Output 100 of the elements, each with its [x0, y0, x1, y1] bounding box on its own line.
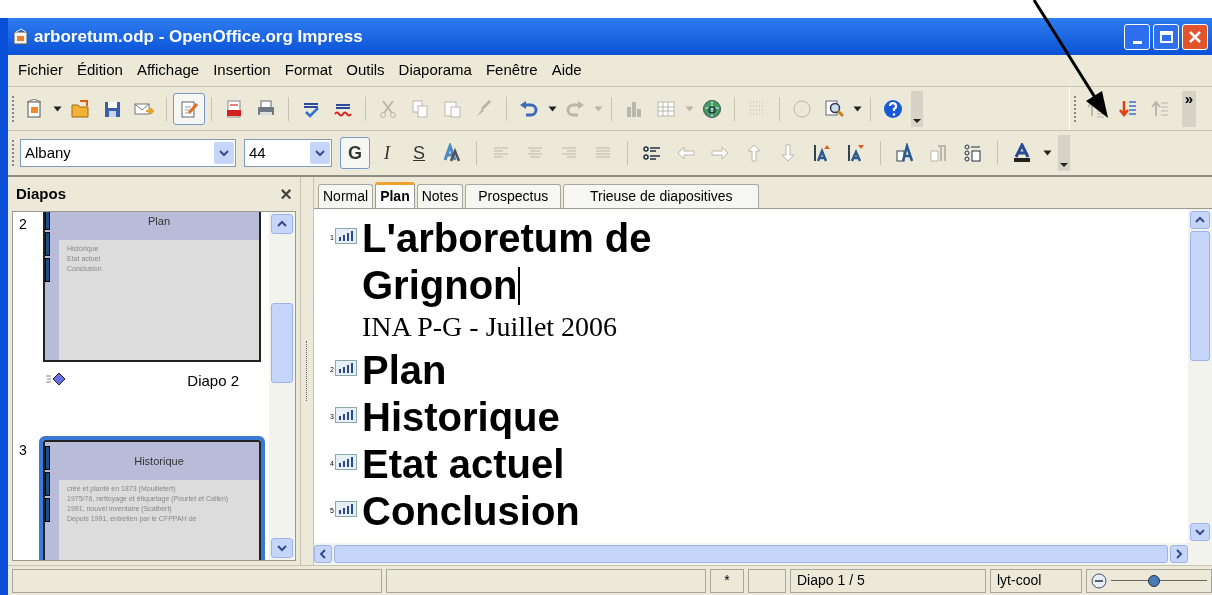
close-icon	[1188, 29, 1202, 44]
view-tab[interactable]: Prospectus	[465, 184, 562, 208]
pdf-icon	[224, 98, 244, 119]
globe-icon	[702, 98, 722, 119]
slide-number: 2	[19, 215, 27, 234]
compass-icon	[792, 98, 812, 119]
menu-item[interactable]: Fenêtre	[479, 59, 544, 82]
close-pane-button[interactable]: ×	[280, 184, 292, 204]
app-icon	[12, 27, 30, 46]
redo-icon	[565, 98, 585, 119]
paintbrush-icon	[474, 98, 494, 119]
maximize-icon	[1159, 30, 1173, 43]
close-button[interactable]	[1182, 23, 1208, 50]
scroll-down-button[interactable]	[1190, 523, 1210, 541]
table-icon	[656, 98, 676, 119]
scroll-thumb[interactable]	[1190, 231, 1210, 361]
caret-icon	[593, 105, 603, 112]
undo-icon	[519, 98, 539, 119]
outline-title: Historique	[362, 394, 560, 441]
increase-spacing-icon	[812, 143, 832, 163]
menu-item[interactable]: Aide	[545, 59, 588, 82]
decrease-spacing-icon	[846, 143, 866, 163]
caret-icon	[1042, 150, 1052, 156]
status-field: *	[710, 568, 744, 593]
down-chevron-icon	[277, 544, 287, 552]
magnifier-icon	[824, 98, 844, 119]
toolbar-overflow-button[interactable]: »	[1182, 90, 1196, 127]
slide-label: Diapo 2	[187, 371, 239, 391]
caret-icon	[684, 105, 694, 112]
character-format-icon	[895, 143, 915, 163]
view-tab[interactable]: Plan	[375, 182, 415, 208]
slide-icon	[335, 454, 357, 470]
menu-item[interactable]: Diaporama	[392, 59, 478, 82]
status-field: lyt-cool	[990, 568, 1082, 593]
outline-title: Plan	[362, 347, 447, 394]
minimize-icon	[1132, 40, 1142, 44]
menu-item[interactable]: Édition	[71, 59, 129, 82]
move-up-icon	[1150, 98, 1170, 119]
menu-item[interactable]: Format	[278, 59, 339, 82]
scroll-left-button[interactable]	[314, 545, 332, 563]
view-tab[interactable]: Normal	[318, 184, 374, 208]
window-title: arboretum.odp - OpenOffice.org Impress	[34, 25, 364, 48]
down-chevron-icon	[1195, 528, 1205, 536]
up-chevron-icon	[277, 220, 287, 228]
scroll-thumb[interactable]	[271, 303, 293, 383]
copy-icon	[410, 98, 430, 119]
help-icon	[883, 98, 903, 119]
right-chevron-icon	[1175, 549, 1183, 559]
scissors-icon	[378, 98, 398, 119]
caret-icon	[547, 105, 557, 112]
edit-file-button[interactable]	[173, 92, 205, 125]
scroll-up-button[interactable]	[1190, 211, 1210, 229]
folder-icon	[70, 98, 90, 119]
new-document-icon	[24, 98, 44, 119]
pane-title: Diapos	[16, 183, 66, 204]
minimize-button[interactable]	[1124, 23, 1150, 50]
toolbar-overflow-handle[interactable]	[911, 90, 923, 127]
outline-subtitle: INA P-G - Juillet 2006	[362, 310, 619, 344]
edit-file-icon	[179, 98, 199, 119]
toolbar-overflow-handle[interactable]	[1058, 135, 1070, 171]
slide-title: Plan	[148, 213, 170, 229]
slide-icon	[335, 360, 357, 376]
scroll-down-button[interactable]	[271, 538, 293, 558]
demote-icon	[1118, 98, 1138, 119]
slider-thumb[interactable]	[1148, 574, 1161, 587]
menu-item[interactable]: Outils	[340, 59, 391, 82]
bold-button[interactable]: G	[340, 137, 370, 169]
bullet-list-icon	[642, 143, 662, 163]
vertical-scrollbar[interactable]	[1188, 209, 1212, 543]
menu-item[interactable]: Insertion	[207, 59, 277, 82]
underline-button[interactable]: S	[404, 137, 434, 169]
menu-item[interactable]: Fichier	[12, 59, 69, 82]
status-field: Diapo 1 / 5	[790, 568, 986, 593]
slide-icon	[335, 501, 357, 517]
zoom-out-icon[interactable]	[1091, 572, 1107, 589]
slide-number: 3	[19, 441, 27, 460]
outline-title: Conclusion	[362, 488, 580, 535]
font-size-box[interactable]: 44	[244, 139, 332, 167]
status-field	[748, 568, 786, 593]
shadow-text-icon	[442, 143, 462, 163]
paragraph-format-icon	[929, 143, 949, 163]
italic-button[interactable]: I	[372, 137, 402, 169]
slide-icon	[335, 407, 357, 423]
zoom-slider[interactable]	[1111, 573, 1207, 588]
maximize-button[interactable]	[1153, 23, 1179, 50]
scroll-up-button[interactable]	[271, 214, 293, 234]
outline-title: L'arboretum de Grignon	[362, 215, 653, 309]
view-tab[interactable]: Notes	[416, 184, 464, 208]
slide-title: Historique	[134, 453, 184, 469]
up-chevron-icon	[1195, 216, 1205, 224]
scroll-thumb[interactable]	[334, 545, 1168, 563]
font-name-box[interactable]: Albany	[20, 139, 236, 167]
vertical-scrollbar[interactable]	[269, 212, 295, 560]
view-tab[interactable]: Trieuse de diapositives	[563, 184, 760, 208]
slide-icon	[335, 228, 357, 244]
caret-icon	[852, 105, 862, 112]
menu-item[interactable]: Affichage	[130, 59, 206, 82]
left-chevron-icon	[319, 549, 327, 559]
scroll-right-button[interactable]	[1170, 545, 1188, 563]
outline-format-icon	[963, 143, 983, 163]
